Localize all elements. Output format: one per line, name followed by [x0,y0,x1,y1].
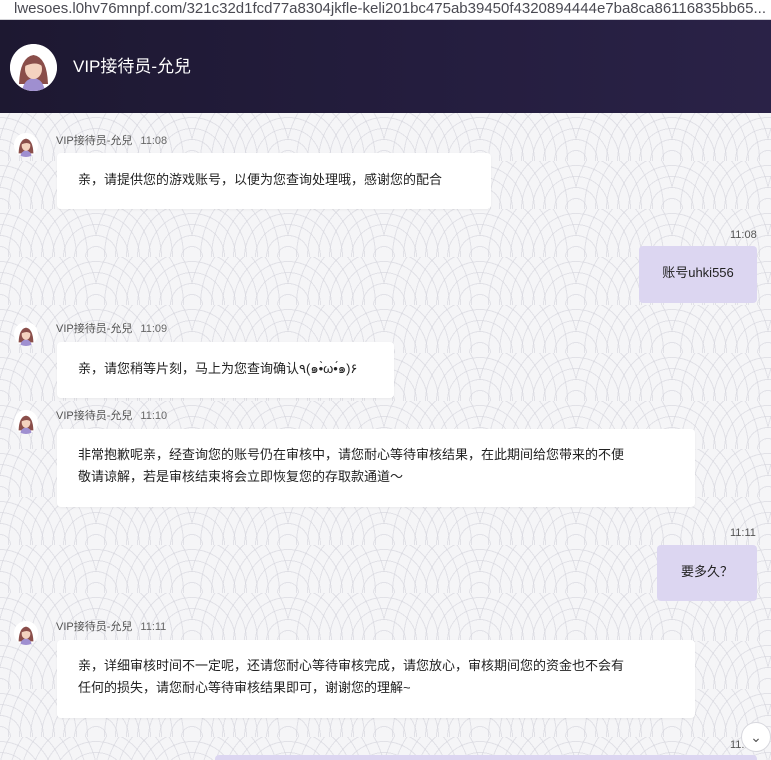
message-time: 11:09 [140,323,168,335]
chat-header: VIP接待员-允兒 [0,20,771,113]
message-time: 11:11 [730,527,756,539]
agent-avatar-small [14,133,38,157]
message-text-line: 非常抱歉呢亲，经查询您的账号仍在审核中，请您耐心等待审核结果，在此期间给您带来的… [78,447,625,462]
sender-name: VIP接待员-允兒 [56,323,133,335]
message-text-line: 亲，详细审核时间不一定呢，还请您耐心等待审核完成，请您放心，审核期间您的资金也不… [78,658,625,673]
sender-name: VIP接待员-允兒 [56,621,133,633]
message-meta: VIP接待员-允兒 11:11 [56,620,166,634]
address-bar[interactable]: lwesoes.l0hv76mnpf.com/321c32d1fcd77a830… [0,0,771,20]
sender-name: VIP接待员-允兒 [56,410,133,422]
message-time: 11:08 [140,135,168,147]
chat-history[interactable]: VIP接待员-允兒 11:08 亲，请提供您的游戏账号，以便为您查询处理哦，感谢您… [0,113,771,760]
avatar-icon [14,410,38,434]
agent-avatar [10,44,57,91]
avatar-icon [14,322,38,346]
agent-message: 亲，请提供您的游戏账号，以便为您查询处理哦，感谢您的配合 [57,153,491,209]
chevron-down-icon: ⌄ [750,729,762,745]
agent-avatar-small [14,621,38,645]
message-meta: VIP接待员-允兒 11:09 [56,322,167,336]
message-meta: VIP接待员-允兒 11:08 [56,134,167,148]
address-url: lwesoes.l0hv76mnpf.com/321c32d1fcd77a830… [14,0,766,17]
user-message: 账号uhki556 [639,246,757,303]
message-time: 11:11 [140,621,167,633]
user-message [215,755,757,760]
avatar-icon [14,133,38,157]
message-text: 账号uhki556 [662,265,734,280]
message-time: 11:08 [730,229,757,241]
message-text-line: 敬请谅解，若是审核结束将会立即恢复您的存取款通道～ [78,469,404,484]
message-meta: VIP接待员-允兒 11:10 [56,409,167,423]
sender-name: VIP接待员-允兒 [56,135,133,147]
message-text: 亲，请您稍等片刻，马上为您查询确认٩(๑•̀ω•́๑)۶ [78,361,358,376]
scroll-to-bottom-button[interactable]: ⌄ [741,722,771,752]
avatar-icon [10,44,57,91]
message-text: 亲，请提供您的游戏账号，以便为您查询处理哦，感谢您的配合 [78,172,443,187]
agent-avatar-small [14,410,38,434]
message-text-line: 任何的损失，请您耐心等待审核结果即可，谢谢您的理解~ [78,680,411,695]
message-text: 要多久？ [680,564,733,579]
user-message: 要多久？ [657,545,757,601]
agent-avatar-small [14,322,38,346]
agent-message: 亲，详细审核时间不一定呢，还请您耐心等待审核完成，请您放心，审核期间您的资金也不… [57,640,695,718]
agent-message: 亲，请您稍等片刻，马上为您查询确认٩(๑•̀ω•́๑)۶ [57,342,394,398]
agent-message: 非常抱歉呢亲，经查询您的账号仍在审核中，请您耐心等待审核结果，在此期间给您带来的… [57,429,695,507]
avatar-icon [14,621,38,645]
message-time: 11:10 [140,410,168,422]
page-title: VIP接待员-允兒 [73,57,192,76]
